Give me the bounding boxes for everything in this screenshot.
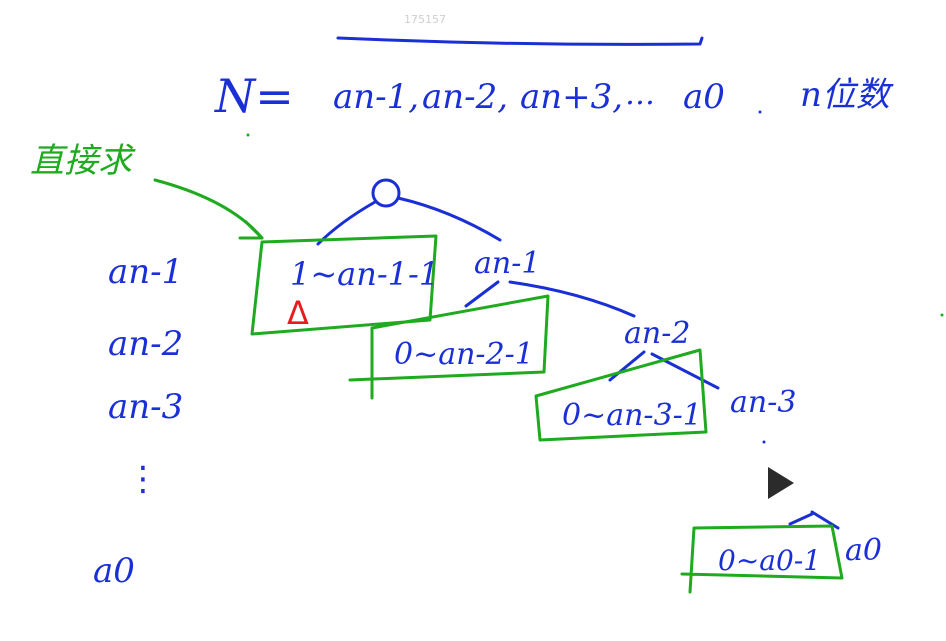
row-label-an-3: an-3 bbox=[108, 387, 183, 427]
whiteboard-canvas: 175157 N= an-1, an-2, an+3, … a0 n位数 直接求… bbox=[30, 13, 944, 594]
branch-an-1-left bbox=[464, 280, 500, 308]
digit-an-1: an-1, bbox=[333, 77, 419, 117]
row-label-an-1: an-1 bbox=[108, 252, 183, 292]
row-label-vdots: ⋮ bbox=[126, 459, 160, 499]
row-label-an-2: an-2 bbox=[108, 324, 183, 364]
watermark-text: 175157 bbox=[404, 13, 446, 26]
ink-dot bbox=[246, 133, 250, 137]
green-note: 直接求 bbox=[30, 141, 136, 181]
equation-suffix: n位数 bbox=[800, 75, 894, 115]
overline-stroke bbox=[336, 36, 704, 46]
ink-dot bbox=[940, 313, 944, 317]
tree-root-node bbox=[371, 178, 401, 208]
tree-node-an-3: an-3 bbox=[730, 385, 796, 420]
play-icon[interactable] bbox=[768, 467, 794, 499]
box-2-text: 0~an-2-1 bbox=[394, 337, 534, 372]
digit-a0: a0 bbox=[683, 77, 725, 117]
row-label-a0: a0 bbox=[93, 551, 135, 591]
branch-an-2-right bbox=[650, 352, 720, 390]
note-arrowhead bbox=[238, 220, 264, 240]
ink-dot bbox=[758, 110, 762, 114]
red-delta-mark: Δ bbox=[287, 294, 309, 332]
box-3-text: 0~an-3-1 bbox=[562, 398, 702, 433]
digit-an-3: an+3, bbox=[520, 77, 623, 117]
branch-a0-left bbox=[788, 512, 814, 526]
digit-ellipsis: … bbox=[625, 77, 655, 112]
digit-an-2: an-2, bbox=[422, 77, 508, 117]
ink-dot bbox=[762, 440, 766, 444]
note-arrow bbox=[153, 178, 264, 240]
branch-root-right bbox=[396, 196, 502, 242]
tree-node-an-1: an-1 bbox=[474, 246, 540, 281]
box-4-text: 0~a0-1 bbox=[718, 544, 821, 577]
tree-node-an-2: an-2 bbox=[624, 316, 690, 351]
equation-lhs: N= bbox=[214, 69, 294, 123]
tree-node-a0: a0 bbox=[845, 533, 882, 568]
box-1-text: 1~an-1-1 bbox=[290, 255, 439, 293]
